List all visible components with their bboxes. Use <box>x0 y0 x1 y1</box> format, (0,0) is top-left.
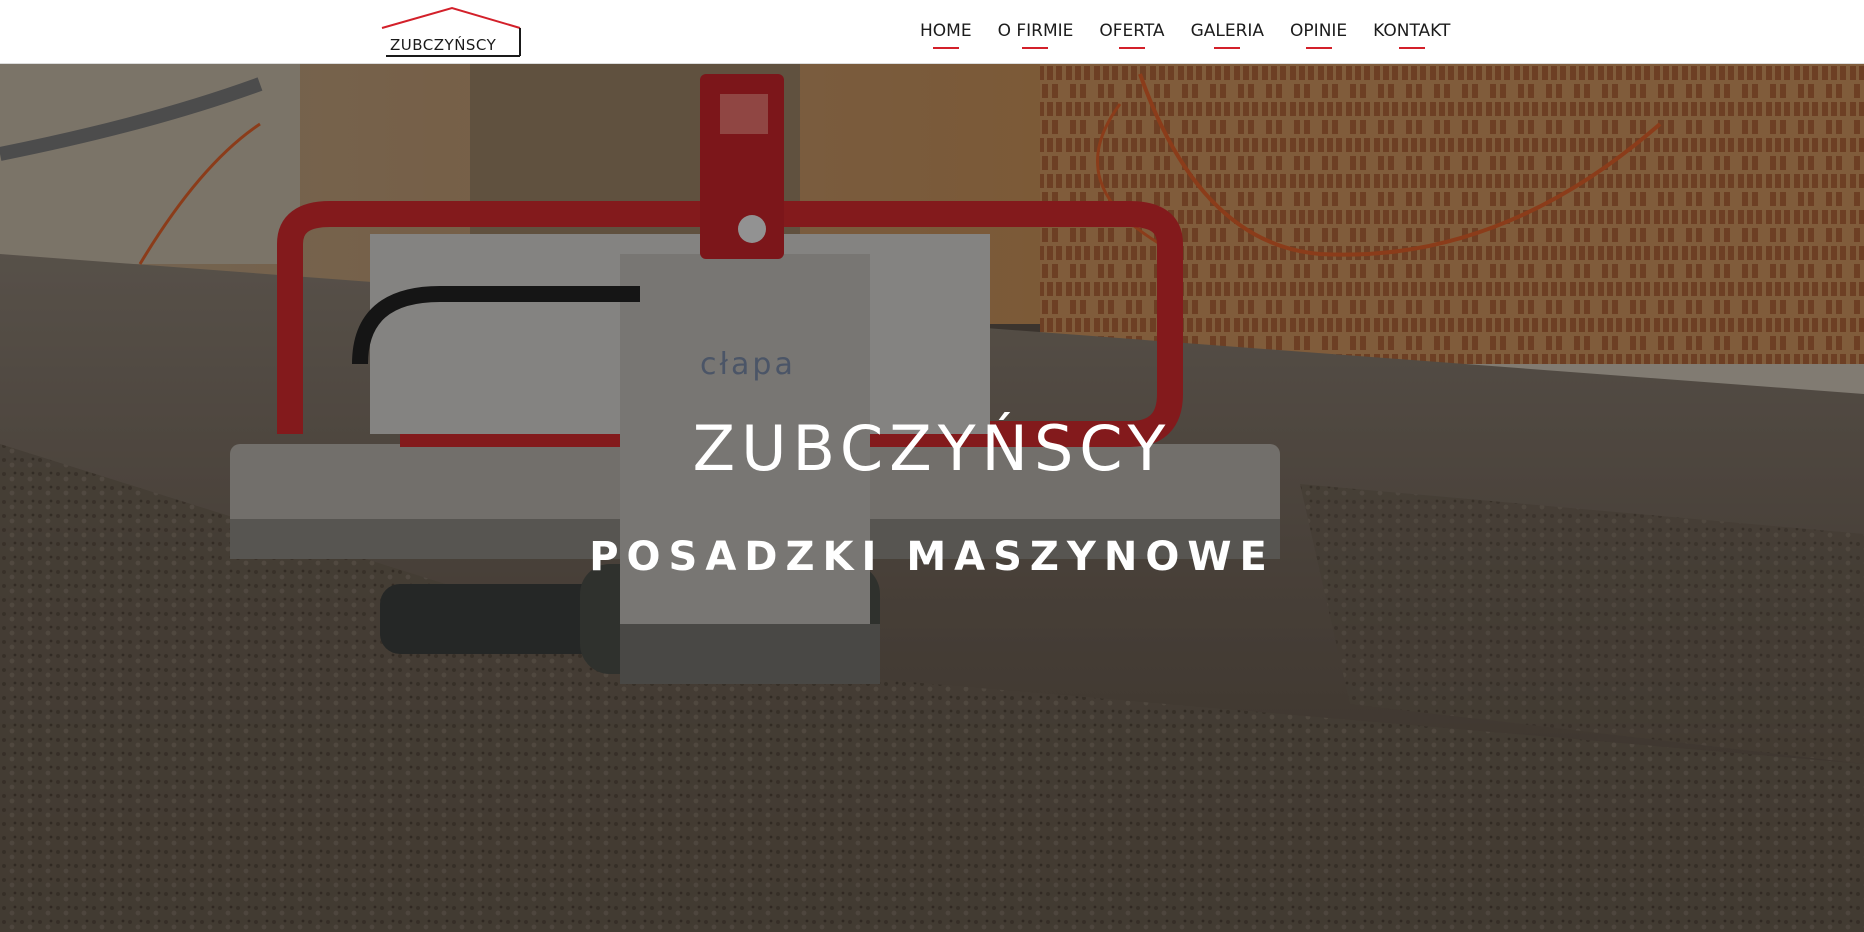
nav-underline <box>1214 47 1241 49</box>
nav-item-galeria[interactable]: GALERIA <box>1190 21 1265 49</box>
nav-underline <box>1022 47 1049 49</box>
nav-item-home[interactable]: HOME <box>920 21 972 49</box>
page: ZUBCZYŃSCY HOME O FIRMIE OFERTA GALERIA … <box>0 0 1864 932</box>
site-logo[interactable]: ZUBCZYŃSCY <box>380 6 524 58</box>
nav-item-label: KONTAKT <box>1373 21 1451 41</box>
nav-item-label: O FIRMIE <box>997 21 1074 41</box>
main-nav: HOME O FIRMIE OFERTA GALERIA OPINIE KONT… <box>920 0 1450 64</box>
logo-text: ZUBCZYŃSCY <box>390 36 497 54</box>
hero-title: ZUBCZYŃSCY <box>692 412 1172 485</box>
nav-underline <box>932 47 959 49</box>
nav-item-label: OPINIE <box>1290 21 1348 41</box>
site-header: ZUBCZYŃSCY HOME O FIRMIE OFERTA GALERIA … <box>0 0 1864 64</box>
hero-section: cłapa ZUBCZYŃSCY POSADZKI MASZYNOWE <box>0 64 1864 932</box>
nav-item-o-firmie[interactable]: O FIRMIE <box>997 21 1074 49</box>
nav-item-label: OFERTA <box>1099 21 1165 41</box>
nav-underline <box>1118 47 1145 49</box>
nav-item-oferta[interactable]: OFERTA <box>1099 21 1165 49</box>
nav-item-kontakt[interactable]: KONTAKT <box>1373 21 1451 49</box>
nav-item-label: GALERIA <box>1190 21 1265 41</box>
hero-subtitle: POSADZKI MASZYNOWE <box>589 534 1275 580</box>
nav-underline <box>1305 47 1332 49</box>
nav-item-label: HOME <box>920 21 972 41</box>
hero-overlay <box>0 64 1864 932</box>
nav-item-opinie[interactable]: OPINIE <box>1290 21 1348 49</box>
nav-underline <box>1398 47 1425 49</box>
